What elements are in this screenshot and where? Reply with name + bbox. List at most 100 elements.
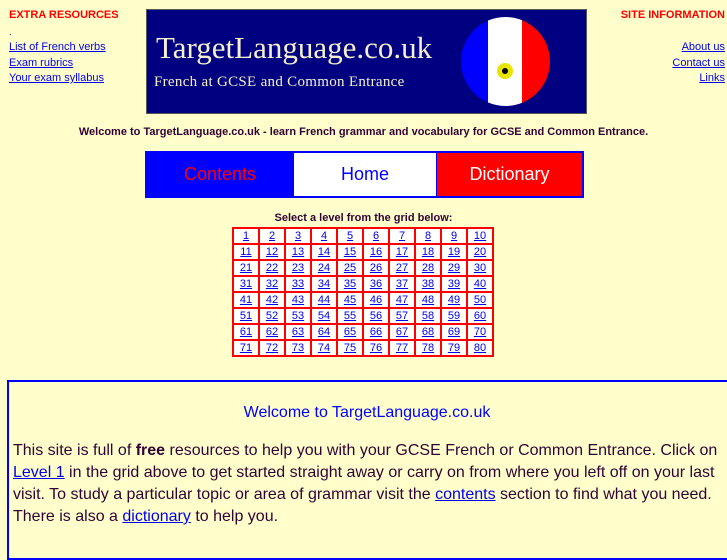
grid-cell: 28 [415, 260, 441, 276]
level-25-link[interactable]: 25 [344, 262, 356, 274]
level-20-link[interactable]: 20 [474, 246, 486, 258]
level-13-link[interactable]: 13 [292, 246, 304, 258]
level-29-link[interactable]: 29 [448, 262, 460, 274]
level-57-link[interactable]: 57 [396, 310, 408, 322]
grid-cell: 26 [363, 260, 389, 276]
grid-cell: 63 [285, 324, 311, 340]
level-17-link[interactable]: 17 [396, 246, 408, 258]
french-verbs-link[interactable]: List of French verbs [9, 41, 106, 53]
level-80-link[interactable]: 80 [474, 342, 486, 354]
level-9-link[interactable]: 9 [451, 230, 457, 242]
level-62-link[interactable]: 62 [266, 326, 278, 338]
level-79-link[interactable]: 79 [448, 342, 460, 354]
level-32-link[interactable]: 32 [266, 278, 278, 290]
level-5-link[interactable]: 5 [347, 230, 353, 242]
level-59-link[interactable]: 59 [448, 310, 460, 322]
level-78-link[interactable]: 78 [422, 342, 434, 354]
level-63-link[interactable]: 63 [292, 326, 304, 338]
level-19-link[interactable]: 19 [448, 246, 460, 258]
level-38-link[interactable]: 38 [422, 278, 434, 290]
level-4-link[interactable]: 4 [321, 230, 327, 242]
level-64-link[interactable]: 64 [318, 326, 330, 338]
level-10-link[interactable]: 10 [474, 230, 486, 242]
links-link[interactable]: Links [699, 72, 725, 84]
level-16-link[interactable]: 16 [370, 246, 382, 258]
level-34-link[interactable]: 34 [318, 278, 330, 290]
level-8-link[interactable]: 8 [425, 230, 431, 242]
level-44-link[interactable]: 44 [318, 294, 330, 306]
level-22-link[interactable]: 22 [266, 262, 278, 274]
level-75-link[interactable]: 75 [344, 342, 356, 354]
level-51-link[interactable]: 51 [240, 310, 252, 322]
level-60-link[interactable]: 60 [474, 310, 486, 322]
level-37-link[interactable]: 37 [396, 278, 408, 290]
level-66-link[interactable]: 66 [370, 326, 382, 338]
level-52-link[interactable]: 52 [266, 310, 278, 322]
level-48-link[interactable]: 48 [422, 294, 434, 306]
welcome-tagline: Welcome to TargetLanguage.co.uk - learn … [78, 126, 649, 138]
grid-cell: 4 [311, 228, 337, 244]
level-72-link[interactable]: 72 [266, 342, 278, 354]
level-54-link[interactable]: 54 [318, 310, 330, 322]
dot-link[interactable]: . [9, 27, 12, 37]
contents-link[interactable]: contents [435, 486, 495, 503]
level-76-link[interactable]: 76 [370, 342, 382, 354]
level-49-link[interactable]: 49 [448, 294, 460, 306]
level-3-link[interactable]: 3 [295, 230, 301, 242]
home-button[interactable]: Home [293, 153, 437, 196]
level-74-link[interactable]: 74 [318, 342, 330, 354]
level-68-link[interactable]: 68 [422, 326, 434, 338]
level-23-link[interactable]: 23 [292, 262, 304, 274]
contact-us-link[interactable]: Contact us [672, 57, 725, 69]
level-2-link[interactable]: 2 [269, 230, 275, 242]
exam-syllabus-link[interactable]: Your exam syllabus [9, 72, 104, 84]
level-65-link[interactable]: 65 [344, 326, 356, 338]
level-14-link[interactable]: 14 [318, 246, 330, 258]
level-69-link[interactable]: 69 [448, 326, 460, 338]
level-18-link[interactable]: 18 [422, 246, 434, 258]
level-71-link[interactable]: 71 [240, 342, 252, 354]
level-36-link[interactable]: 36 [370, 278, 382, 290]
level-42-link[interactable]: 42 [266, 294, 278, 306]
exam-rubrics-link[interactable]: Exam rubrics [9, 57, 73, 69]
level-46-link[interactable]: 46 [370, 294, 382, 306]
grid-title: Select a level from the grid below: [274, 212, 453, 224]
about-us-link[interactable]: About us [682, 41, 725, 53]
level-1-link[interactable]: 1 [243, 230, 249, 242]
level-55-link[interactable]: 55 [344, 310, 356, 322]
level-26-link[interactable]: 26 [370, 262, 382, 274]
level-50-link[interactable]: 50 [474, 294, 486, 306]
level-30-link[interactable]: 30 [474, 262, 486, 274]
level-40-link[interactable]: 40 [474, 278, 486, 290]
level-28-link[interactable]: 28 [422, 262, 434, 274]
level-56-link[interactable]: 56 [370, 310, 382, 322]
level-58-link[interactable]: 58 [422, 310, 434, 322]
level-33-link[interactable]: 33 [292, 278, 304, 290]
level-7-link[interactable]: 7 [399, 230, 405, 242]
level-31-link[interactable]: 31 [240, 278, 252, 290]
level-6-link[interactable]: 6 [373, 230, 379, 242]
level-27-link[interactable]: 27 [396, 262, 408, 274]
level-41-link[interactable]: 41 [240, 294, 252, 306]
level-39-link[interactable]: 39 [448, 278, 460, 290]
contents-button[interactable]: Contents [147, 153, 293, 196]
level-12-link[interactable]: 12 [266, 246, 278, 258]
level-21-link[interactable]: 21 [240, 262, 252, 274]
level-73-link[interactable]: 73 [292, 342, 304, 354]
site-banner[interactable]: TargetLanguage.co.uk French at GCSE and … [146, 9, 587, 114]
level-47-link[interactable]: 47 [396, 294, 408, 306]
level-15-link[interactable]: 15 [344, 246, 356, 258]
level-61-link[interactable]: 61 [240, 326, 252, 338]
level-11-link[interactable]: 11 [240, 246, 251, 258]
level-35-link[interactable]: 35 [344, 278, 356, 290]
level-45-link[interactable]: 45 [344, 294, 356, 306]
level-53-link[interactable]: 53 [292, 310, 304, 322]
level-77-link[interactable]: 77 [396, 342, 408, 354]
dictionary-button[interactable]: Dictionary [437, 153, 582, 196]
level-67-link[interactable]: 67 [396, 326, 408, 338]
dictionary-link[interactable]: dictionary [122, 508, 190, 525]
level-1-link[interactable]: Level 1 [13, 464, 65, 481]
level-70-link[interactable]: 70 [474, 326, 486, 338]
level-24-link[interactable]: 24 [318, 262, 330, 274]
level-43-link[interactable]: 43 [292, 294, 304, 306]
